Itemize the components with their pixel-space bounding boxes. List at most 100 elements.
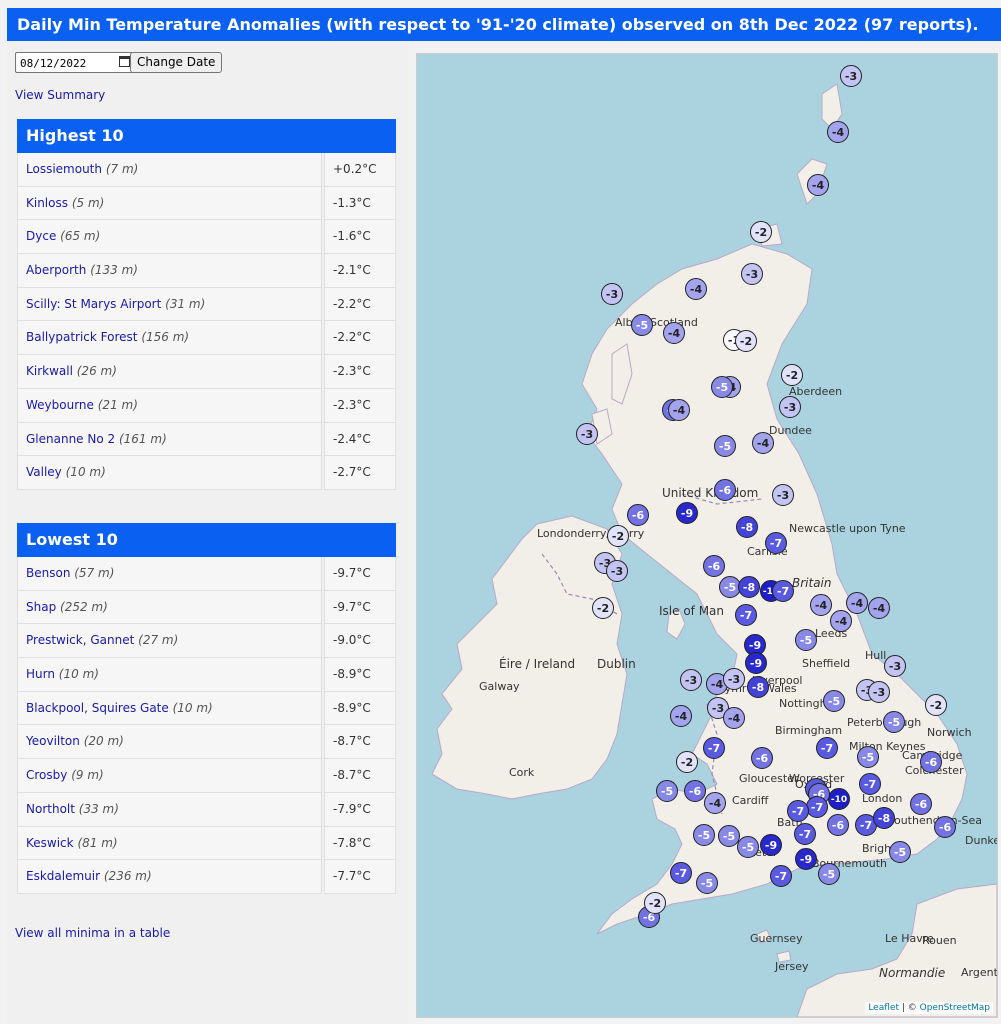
station-marker[interactable]: -4 <box>807 174 829 196</box>
station-marker[interactable]: -3 <box>741 263 763 285</box>
leaflet-link[interactable]: Leaflet <box>868 1003 899 1013</box>
station-link[interactable]: Prestwick, Gannet <box>26 633 134 647</box>
view-summary-link[interactable]: View Summary <box>15 88 105 102</box>
station-marker[interactable]: -8 <box>747 676 769 698</box>
station-link[interactable]: Scilly: St Marys Airport <box>26 297 161 311</box>
station-marker[interactable]: -6 <box>751 747 773 769</box>
station-marker[interactable]: -3 <box>723 668 745 690</box>
station-link[interactable]: Ballypatrick Forest <box>26 330 138 344</box>
station-link[interactable]: Aberporth <box>26 263 86 277</box>
view-all-minima-link[interactable]: View all minima in a table <box>15 926 170 940</box>
station-marker[interactable]: -5 <box>696 872 718 894</box>
station-marker[interactable]: -7 <box>794 823 816 845</box>
station-name[interactable]: Hurn (10 m) <box>17 658 322 692</box>
station-marker[interactable]: -9 <box>745 652 767 674</box>
station-link[interactable]: Northolt <box>26 802 75 816</box>
station-name[interactable]: Shap (252 m) <box>17 590 322 625</box>
station-link[interactable]: Glenanne No 2 <box>26 432 115 446</box>
station-link[interactable]: Yeovilton <box>26 734 80 748</box>
station-marker[interactable]: -7 <box>806 796 828 818</box>
station-marker[interactable]: -5 <box>795 629 817 651</box>
station-marker[interactable]: -2 <box>750 221 772 243</box>
station-marker[interactable]: -7 <box>765 532 787 554</box>
station-marker[interactable]: -9 <box>676 502 698 524</box>
station-marker[interactable]: -4 <box>685 278 707 300</box>
station-marker[interactable]: -9 <box>760 834 782 856</box>
station-marker[interactable]: -8 <box>873 807 895 829</box>
station-name[interactable]: Weybourne (21 m) <box>17 388 322 423</box>
station-name[interactable]: Kinloss (5 m) <box>17 186 322 221</box>
date-input[interactable]: 08/12/2022 <box>15 52 135 73</box>
station-marker[interactable]: -5 <box>718 825 740 847</box>
station-marker[interactable]: -3 <box>680 669 702 691</box>
station-marker[interactable]: -5 <box>714 435 736 457</box>
station-marker[interactable]: -3 <box>840 65 862 87</box>
station-marker[interactable]: -4 <box>868 597 890 619</box>
station-link[interactable]: Crosby <box>26 768 67 782</box>
station-marker[interactable]: -4 <box>846 592 868 614</box>
station-link[interactable]: Weybourne <box>26 398 94 412</box>
station-marker[interactable]: -4 <box>830 610 852 632</box>
station-link[interactable]: Blackpool, Squires Gate <box>26 701 169 715</box>
station-marker[interactable]: -5 <box>711 376 733 398</box>
station-link[interactable]: Keswick <box>26 836 74 850</box>
station-marker[interactable]: -4 <box>723 707 745 729</box>
station-marker[interactable]: -7 <box>735 604 757 626</box>
station-marker[interactable]: -2 <box>592 597 614 619</box>
osm-link[interactable]: OpenStreetMap <box>920 1003 990 1013</box>
station-marker[interactable]: -6 <box>627 504 649 526</box>
station-marker[interactable]: -4 <box>670 705 692 727</box>
station-marker[interactable]: -7 <box>816 737 838 759</box>
station-marker[interactable]: -5 <box>656 780 678 802</box>
map[interactable]: United Kingdom Britain Éire / Ireland Isle … <box>416 53 998 1018</box>
station-name[interactable]: Lossiemouth (7 m) <box>17 153 322 187</box>
station-link[interactable]: Kinloss <box>26 196 68 210</box>
station-marker[interactable]: -5 <box>883 711 905 733</box>
station-marker[interactable]: -4 <box>704 792 726 814</box>
station-marker[interactable]: -7 <box>703 737 725 759</box>
station-link[interactable]: Kirkwall <box>26 364 73 378</box>
station-marker[interactable]: -8 <box>738 576 760 598</box>
station-marker[interactable]: -6 <box>703 555 725 577</box>
station-name[interactable]: Glenanne No 2 (161 m) <box>17 422 322 457</box>
station-marker[interactable]: -6 <box>684 780 706 802</box>
station-marker[interactable]: -4 <box>752 432 774 454</box>
station-name[interactable]: Prestwick, Gannet (27 m) <box>17 624 322 659</box>
station-marker[interactable]: -9 <box>795 848 817 870</box>
change-date-button[interactable]: Change Date <box>130 52 223 73</box>
station-name[interactable]: Blackpool, Squires Gate (10 m) <box>17 691 322 726</box>
station-marker[interactable]: -2 <box>925 694 947 716</box>
station-marker[interactable]: -7 <box>770 865 792 887</box>
station-name[interactable]: Benson (57 m) <box>17 557 322 591</box>
station-link[interactable]: Dyce <box>26 229 56 243</box>
station-name[interactable]: Keswick (81 m) <box>17 826 322 861</box>
station-marker[interactable]: -2 <box>607 525 629 547</box>
station-link[interactable]: Eskdalemuir <box>26 869 100 883</box>
station-marker[interactable]: -4 <box>668 399 690 421</box>
station-marker[interactable]: -6 <box>910 793 932 815</box>
station-marker[interactable]: -3 <box>772 484 794 506</box>
station-name[interactable]: Dyce (65 m) <box>17 220 322 255</box>
station-link[interactable]: Valley <box>26 465 62 479</box>
station-marker[interactable]: -10 <box>828 788 850 810</box>
station-marker[interactable]: -6 <box>920 751 942 773</box>
station-name[interactable]: Aberporth (133 m) <box>17 254 322 288</box>
station-marker[interactable]: -2 <box>676 751 698 773</box>
station-marker[interactable]: -6 <box>827 814 849 836</box>
station-marker[interactable]: -5 <box>631 314 653 336</box>
station-marker[interactable]: -5 <box>857 746 879 768</box>
station-marker[interactable]: -4 <box>663 322 685 344</box>
station-marker[interactable]: -3 <box>868 681 890 703</box>
station-marker[interactable]: -2 <box>781 364 803 386</box>
station-marker[interactable]: -8 <box>736 516 758 538</box>
station-marker[interactable]: -3 <box>779 396 801 418</box>
station-marker[interactable]: -5 <box>818 863 840 885</box>
station-marker[interactable]: -5 <box>889 841 911 863</box>
station-marker[interactable]: -2 <box>735 330 757 352</box>
station-name[interactable]: Crosby (9 m) <box>17 759 322 793</box>
station-marker[interactable]: -2 <box>644 892 666 914</box>
station-marker[interactable]: -7 <box>670 862 692 884</box>
station-name[interactable]: Ballypatrick Forest (156 m) <box>17 321 322 356</box>
station-marker[interactable]: -5 <box>693 824 715 846</box>
station-marker[interactable]: -3 <box>601 283 623 305</box>
